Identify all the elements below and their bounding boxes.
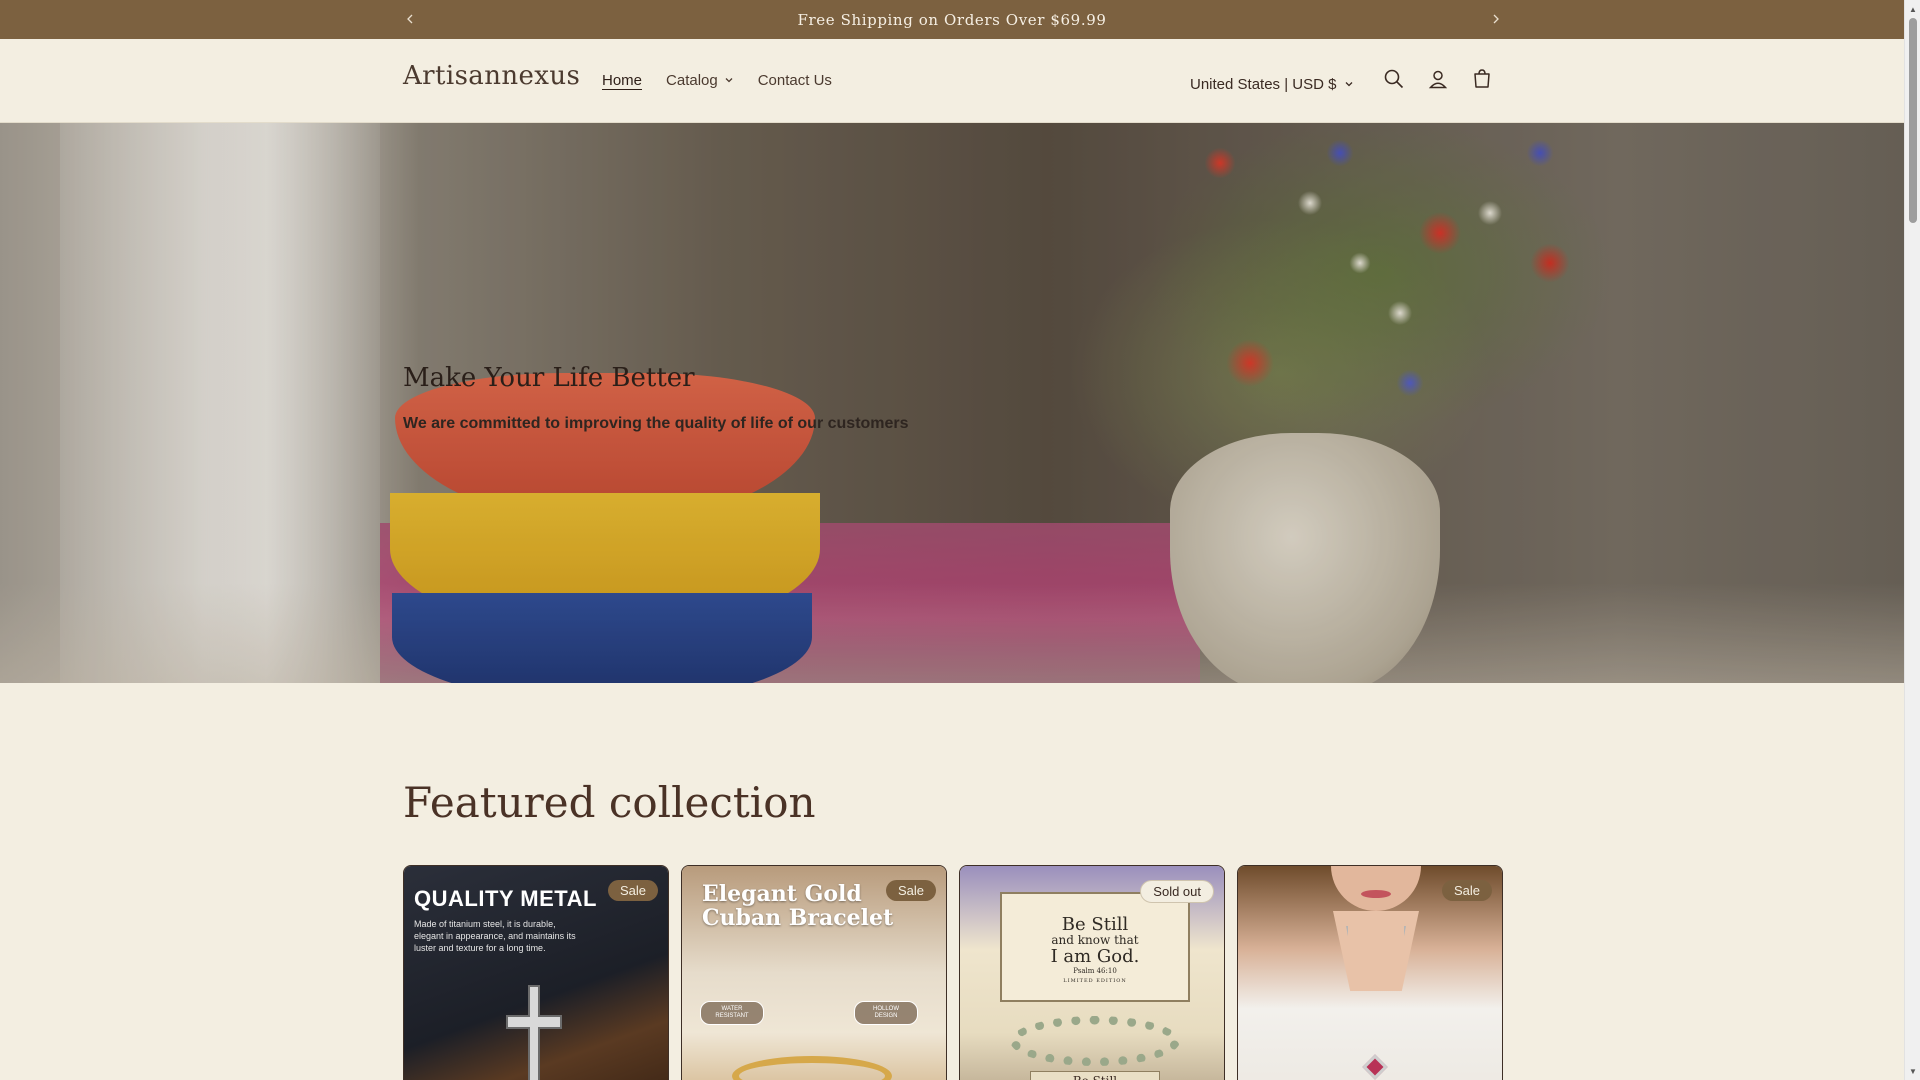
hero-title: Make Your Life Better	[403, 363, 695, 393]
product-image-text: Made of titanium steel, it is durable, e…	[414, 919, 576, 953]
feature-chip: WATER RESISTANT	[700, 1001, 764, 1025]
site-header: Artisannexus Home Catalog Contact Us Uni…	[0, 39, 1904, 123]
nav-home-label: Home	[602, 71, 643, 89]
product-card[interactable]: Elegant Gold Cuban Bracelet WATER RESIST…	[681, 865, 947, 1080]
product-card[interactable]: Sale	[1237, 865, 1503, 1080]
scroll-up-arrow-icon[interactable]: ▲	[1905, 2, 1920, 16]
box-text: I am God.	[1050, 946, 1140, 967]
chevron-down-icon	[725, 78, 733, 83]
sale-badge: Sale	[1441, 880, 1492, 901]
main-nav: Home Catalog Contact Us	[590, 69, 844, 91]
product-card[interactable]: QUALITY METAL Made of titanium steel, it…	[403, 865, 669, 1080]
announcement-message: Free Shipping on Orders Over $69.99	[797, 10, 1107, 29]
announcement-bar: Free Shipping on Orders Over $69.99	[0, 0, 1904, 39]
scrollbar-thumb[interactable]	[1909, 18, 1917, 223]
bead-bracelet-graphic	[1010, 1016, 1180, 1066]
sold-out-badge: Sold out	[1140, 880, 1214, 903]
account-button[interactable]	[1416, 57, 1460, 101]
sale-badge: Sale	[885, 880, 936, 901]
sale-badge: Sale	[607, 880, 658, 901]
account-icon	[1429, 70, 1448, 89]
site-logo[interactable]: Artisannexus	[403, 61, 580, 91]
feature-chip: HOLLOW DESIGN	[854, 1001, 918, 1025]
box-text: Psalm 46:10	[1073, 967, 1117, 975]
announcement-next-button[interactable]	[1484, 7, 1508, 31]
hero-overlay	[0, 123, 1904, 683]
page-scrollbar[interactable]: ▲ ▼	[1904, 0, 1920, 1080]
nav-catalog-label: Catalog	[666, 71, 718, 89]
announcement-prev-button[interactable]	[398, 7, 422, 31]
product-grid: QUALITY METAL Made of titanium steel, it…	[403, 865, 1503, 1080]
box-text: Be Still	[1061, 914, 1129, 935]
nav-contact[interactable]: Contact Us	[746, 69, 844, 91]
scroll-down-arrow-icon[interactable]: ▼	[1905, 1064, 1920, 1078]
header-tools: United States | USD $	[1190, 67, 1504, 101]
product-image-heading: QUALITY METAL	[414, 886, 597, 911]
country-selector-label: United States | USD $	[1190, 75, 1337, 93]
product-card[interactable]: Be Still and know that I am God. Psalm 4…	[959, 865, 1225, 1080]
country-selector[interactable]: United States | USD $	[1190, 76, 1354, 93]
nav-contact-label: Contact Us	[757, 71, 832, 89]
gift-box-lid: Be Still and know that I am God. Psalm 4…	[1000, 892, 1190, 1002]
chevron-right-icon	[1493, 14, 1499, 24]
cart-icon	[1474, 69, 1491, 88]
model-lips	[1361, 890, 1391, 898]
gift-box-base: Be Still	[1030, 1071, 1160, 1080]
nav-catalog[interactable]: Catalog	[654, 69, 746, 91]
cross-pendant-icon	[506, 985, 562, 1080]
hero-subtitle: We are committed to improving the qualit…	[403, 415, 909, 432]
search-button[interactable]	[1372, 57, 1416, 101]
search-icon	[1385, 69, 1404, 89]
hero-banner: Make Your Life Better We are committed t…	[0, 123, 1904, 683]
box-text: LIMITED EDITION	[1063, 978, 1127, 984]
cart-button[interactable]	[1460, 57, 1504, 101]
featured-collection-title: Featured collection	[403, 778, 816, 827]
chevron-left-icon	[407, 14, 413, 24]
nav-home[interactable]: Home	[590, 69, 654, 91]
chevron-down-icon	[1346, 82, 1353, 87]
